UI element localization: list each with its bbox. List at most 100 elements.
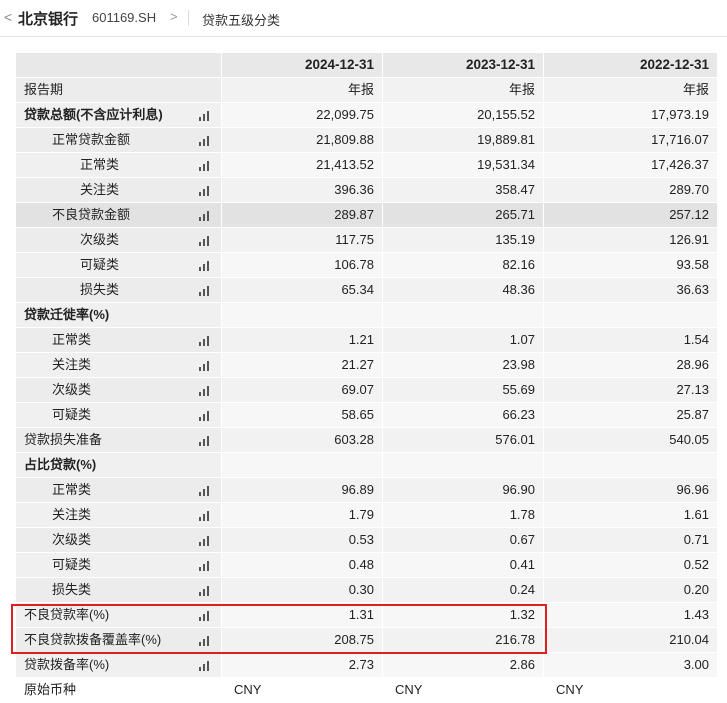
table-row: 贷款拨备率(%) 2.73 2.86 3.00: [16, 653, 717, 678]
row-label-cell: 正常贷款金额: [16, 128, 221, 152]
value-cell: 年报: [221, 78, 382, 102]
row-label-cell: 次级类: [16, 228, 221, 252]
bar-chart-icon-bar: [203, 639, 205, 646]
table-row: 不良贷款率(%) 1.31 1.32 1.43: [16, 603, 717, 628]
row-label-cell: 关注类: [16, 503, 221, 527]
bar-chart-icon-bar: [207, 136, 209, 146]
bar-chart-icon[interactable]: [199, 210, 212, 221]
table-row: 正常贷款金额 21,809.88 19,889.81 17,716.07: [16, 128, 717, 153]
bar-chart-icon-bar: [207, 111, 209, 121]
row-label: 占比贷款(%): [24, 457, 97, 472]
bar-chart-icon-bar: [207, 286, 209, 296]
table-row: 关注类 396.36 358.47 289.70: [16, 178, 717, 203]
table-row: 次级类 0.53 0.67 0.71: [16, 528, 717, 553]
value-cell: 0.41: [382, 553, 543, 577]
bar-chart-icon[interactable]: [199, 110, 212, 121]
row-label: 损失类: [80, 282, 120, 297]
bar-chart-icon[interactable]: [199, 235, 212, 246]
bar-chart-icon-bar: [203, 414, 205, 421]
row-label-cell: 不良贷款拨备覆盖率(%): [16, 628, 221, 652]
table-header-row: 2024-12-31 2023-12-31 2022-12-31: [16, 53, 717, 78]
table-row: 占比贷款(%): [16, 453, 717, 478]
bar-chart-icon-bar: [203, 139, 205, 146]
value-cell: 48.36: [382, 278, 543, 302]
value-cell: 540.05: [543, 428, 717, 452]
bar-chart-icon[interactable]: [199, 635, 212, 646]
bar-chart-icon[interactable]: [199, 135, 212, 146]
bar-chart-icon-bar: [203, 189, 205, 196]
bar-chart-icon[interactable]: [199, 560, 212, 571]
value-cell: 58.65: [221, 403, 382, 427]
table-row: 报告期 年报 年报 年报: [16, 78, 717, 103]
bar-chart-icon[interactable]: [199, 510, 212, 521]
row-label-cell: 贷款总额(不含应计利息): [16, 103, 221, 127]
bar-chart-icon-bar: [207, 161, 209, 171]
row-label: 正常贷款金额: [52, 132, 131, 147]
value-cell: 208.75: [221, 628, 382, 652]
bar-chart-icon[interactable]: [199, 260, 212, 271]
row-label-cell: 次级类: [16, 528, 221, 552]
column-header[interactable]: 2024-12-31: [221, 53, 382, 77]
bar-chart-icon-bar: [207, 611, 209, 621]
bar-chart-icon-bar: [207, 511, 209, 521]
table-row: 可疑类 0.48 0.41 0.52: [16, 553, 717, 578]
row-label: 可疑类: [80, 257, 120, 272]
row-label: 次级类: [52, 532, 92, 547]
value-cell: 25.87: [543, 403, 717, 427]
bar-chart-icon-bar: [199, 667, 201, 671]
back-chevron-icon[interactable]: <: [4, 9, 12, 25]
bar-chart-icon[interactable]: [199, 585, 212, 596]
bar-chart-icon-bar: [199, 267, 201, 271]
bar-chart-icon-bar: [207, 411, 209, 421]
bar-chart-icon[interactable]: [199, 435, 212, 446]
row-label: 报告期: [24, 82, 64, 97]
bar-chart-icon-bar: [199, 217, 201, 221]
table-row: 次级类 69.07 55.69 27.13: [16, 378, 717, 403]
row-label: 不良贷款拨备覆盖率(%): [24, 632, 162, 647]
value-cell: 1.78: [382, 503, 543, 527]
table-row: 正常类 21,413.52 19,531.34 17,426.37: [16, 153, 717, 178]
value-cell: 21,809.88: [221, 128, 382, 152]
bar-chart-icon-bar: [207, 336, 209, 346]
value-cell: CNY: [221, 678, 382, 702]
bar-chart-icon[interactable]: [199, 410, 212, 421]
bar-chart-icon[interactable]: [199, 360, 212, 371]
bar-chart-icon-bar: [203, 264, 205, 271]
row-label-cell: 占比贷款(%): [16, 453, 221, 477]
row-label-cell: 可疑类: [16, 553, 221, 577]
bar-chart-icon[interactable]: [199, 485, 212, 496]
value-cell: 19,889.81: [382, 128, 543, 152]
chevron-right-icon[interactable]: >: [170, 9, 178, 24]
bar-chart-icon[interactable]: [199, 660, 212, 671]
value-cell: 0.67: [382, 528, 543, 552]
bar-chart-icon-bar: [203, 114, 205, 121]
column-header[interactable]: 2022-12-31: [543, 53, 717, 77]
row-label: 不良贷款率(%): [24, 607, 110, 622]
bar-chart-icon[interactable]: [199, 385, 212, 396]
value-cell: 289.87: [221, 203, 382, 227]
bar-chart-icon[interactable]: [199, 185, 212, 196]
bar-chart-icon[interactable]: [199, 535, 212, 546]
bar-chart-icon[interactable]: [199, 610, 212, 621]
value-cell: CNY: [543, 678, 717, 702]
value-cell: 36.63: [543, 278, 717, 302]
row-label: 原始币种: [24, 682, 77, 697]
bar-chart-icon-bar: [203, 564, 205, 571]
value-cell: 55.69: [382, 378, 543, 402]
bar-chart-icon-bar: [199, 292, 201, 296]
value-cell: 1.79: [221, 503, 382, 527]
value-cell: 126.91: [543, 228, 717, 252]
bar-chart-icon[interactable]: [199, 285, 212, 296]
row-label-cell: 原始币种: [16, 678, 221, 702]
column-header[interactable]: 2023-12-31: [382, 53, 543, 77]
row-label-cell: 不良贷款率(%): [16, 603, 221, 627]
value-cell: 19,531.34: [382, 153, 543, 177]
bar-chart-icon-bar: [203, 289, 205, 296]
value-cell: 603.28: [221, 428, 382, 452]
bar-chart-icon-bar: [207, 561, 209, 571]
bar-chart-icon-bar: [207, 536, 209, 546]
bar-chart-icon[interactable]: [199, 335, 212, 346]
value-cell: 69.07: [221, 378, 382, 402]
bar-chart-icon[interactable]: [199, 160, 212, 171]
row-label-cell: 报告期: [16, 78, 221, 102]
